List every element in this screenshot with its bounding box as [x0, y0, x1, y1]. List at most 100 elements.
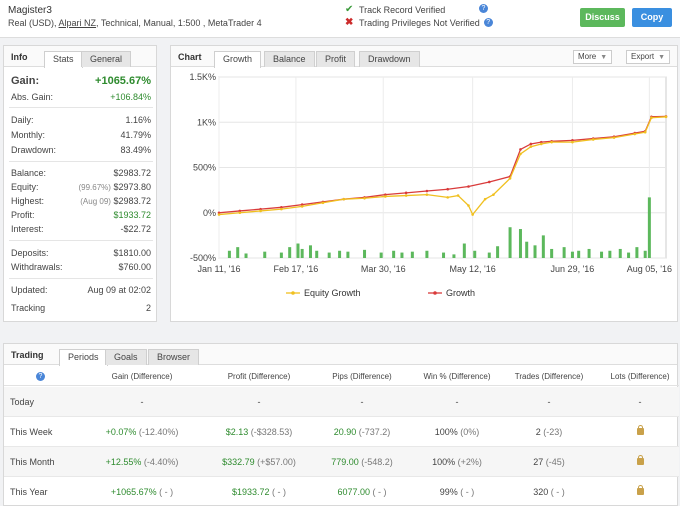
cell-profit: $1933.72 ( - )	[231, 487, 287, 497]
account-header: Magister3 Real (USD), Alpari NZ, Technic…	[0, 0, 680, 38]
volume-bar	[327, 252, 331, 258]
equity-point	[633, 132, 637, 136]
tab-goals[interactable]: Goals	[105, 349, 147, 365]
volume-bar	[635, 247, 639, 258]
row-label: This Week	[10, 427, 53, 437]
lock-icon[interactable]	[636, 485, 644, 495]
tab-drawdown[interactable]: Drawdown	[359, 51, 420, 67]
checkmark-icon: ✔	[345, 4, 354, 15]
volume-bar	[618, 248, 622, 258]
growth-point	[529, 142, 533, 146]
trading-title: Trading	[11, 350, 44, 360]
equity-point	[321, 201, 325, 205]
help-icon[interactable]: ?	[479, 4, 488, 13]
tab-profit[interactable]: Profit	[316, 51, 356, 67]
col-trades: Trades (Difference)	[514, 372, 584, 381]
legend-equity-label: Equity Growth	[304, 288, 361, 298]
volume-bar	[533, 245, 537, 258]
y-tick-label: 1K%	[197, 117, 216, 127]
volume-bar	[338, 250, 342, 258]
tab-stats[interactable]: Stats	[44, 51, 83, 68]
equity-point	[467, 204, 470, 207]
lock-icon[interactable]	[636, 455, 644, 465]
lock-icon[interactable]	[636, 425, 644, 435]
equity-point	[456, 194, 460, 197]
cell-trades: 320 ( - )	[533, 487, 565, 497]
abs-gain-row: Abs. Gain: +106.84%	[11, 92, 151, 102]
cross-icon: ✖	[345, 17, 354, 28]
volume-bar	[518, 229, 522, 258]
legend-growth-label: Growth	[446, 288, 475, 298]
cell-profit: -	[257, 397, 261, 407]
col-profit: Profit (Difference)	[227, 372, 291, 381]
cell-lots[interactable]	[620, 485, 660, 497]
equity-point	[446, 196, 449, 199]
y-tick-label: 1.5K%	[189, 72, 216, 82]
volume-bar	[442, 252, 446, 258]
volume-bar	[508, 227, 512, 258]
cell-gain: +1065.67% ( - )	[110, 487, 174, 497]
copy-button[interactable]: Copy	[632, 8, 672, 27]
volume-bar	[600, 251, 604, 258]
growth-point	[425, 189, 429, 193]
volume-bar	[577, 250, 581, 258]
x-tick-label: Mar 30, '16	[361, 264, 406, 274]
broker-link[interactable]: Alpari NZ	[59, 18, 97, 28]
tab-browser[interactable]: Browser	[148, 349, 200, 365]
volume-bar	[452, 254, 456, 258]
tab-balance[interactable]: Balance	[264, 51, 315, 67]
growth-point	[487, 180, 491, 184]
gain-row: Gain: +1065.67%	[11, 75, 151, 87]
x-tick-label: Feb 17, '16	[274, 264, 319, 274]
equity-point	[508, 177, 512, 180]
volume-bar	[400, 252, 404, 258]
track-record-status: ✔ Track Record Verified	[345, 4, 446, 15]
profit-row: Profit: $1933.72	[11, 210, 151, 220]
equity-point	[571, 140, 574, 144]
updated-row: Updated: Aug 09 at 02:02	[11, 285, 151, 295]
chart-tabbar: Chart Growth Balance Profit Drawdown Mor…	[171, 46, 677, 68]
volume-bar	[308, 245, 312, 258]
cell-lots[interactable]	[620, 455, 660, 467]
cell-gain: -	[140, 397, 144, 407]
cell-trades: 2 (-23)	[535, 427, 563, 437]
cell-trades: -	[547, 397, 551, 407]
legend-growth-dot	[433, 291, 437, 295]
table-row: Today - - - - - -	[4, 387, 679, 417]
volume-bar	[244, 253, 248, 258]
cell-lots[interactable]	[620, 425, 660, 437]
info-panel: Info Stats General Gain: +1065.67% Abs. …	[3, 45, 157, 322]
volume-bar	[562, 247, 566, 258]
balance-row: Balance: $2983.72	[11, 168, 151, 178]
volume-bar	[643, 250, 647, 258]
legend-equity-dot	[291, 291, 295, 295]
equity-point	[492, 193, 495, 196]
help-icon[interactable]: ?	[36, 372, 45, 381]
volume-bar	[487, 252, 491, 258]
monthly-row: Monthly: 41.79%	[11, 130, 151, 140]
volume-bar	[473, 250, 477, 258]
gain-value: +1065.67%	[95, 75, 151, 87]
volume-bar	[263, 251, 267, 258]
volume-bar	[570, 251, 574, 258]
equity-point	[342, 197, 346, 201]
help-icon[interactable]: ?	[483, 18, 493, 27]
tab-growth[interactable]: Growth	[214, 51, 262, 68]
trading-privileges-status: ✖ Trading Privileges Not Verified ?	[345, 17, 493, 28]
col-pips: Pips (Difference)	[332, 372, 392, 381]
x-tick-label: Aug 05, '16	[627, 264, 672, 274]
discuss-button[interactable]: Discuss	[580, 8, 625, 27]
more-dropdown[interactable]: More ▼	[573, 50, 613, 64]
volume-bar	[587, 248, 591, 258]
tab-general[interactable]: General	[81, 51, 132, 67]
info-title: Info	[11, 52, 28, 62]
tab-periods[interactable]: Periods	[59, 349, 108, 366]
volume-bar	[462, 243, 466, 258]
daily-row: Daily: 1.16%	[11, 115, 151, 125]
equity-point	[483, 197, 487, 201]
volume-bar	[227, 250, 231, 258]
volume-bar	[608, 250, 612, 258]
export-dropdown[interactable]: Export ▼	[626, 50, 671, 64]
withdrawals-row: Withdrawals: $760.00	[11, 262, 151, 272]
volume-bar	[379, 252, 383, 258]
